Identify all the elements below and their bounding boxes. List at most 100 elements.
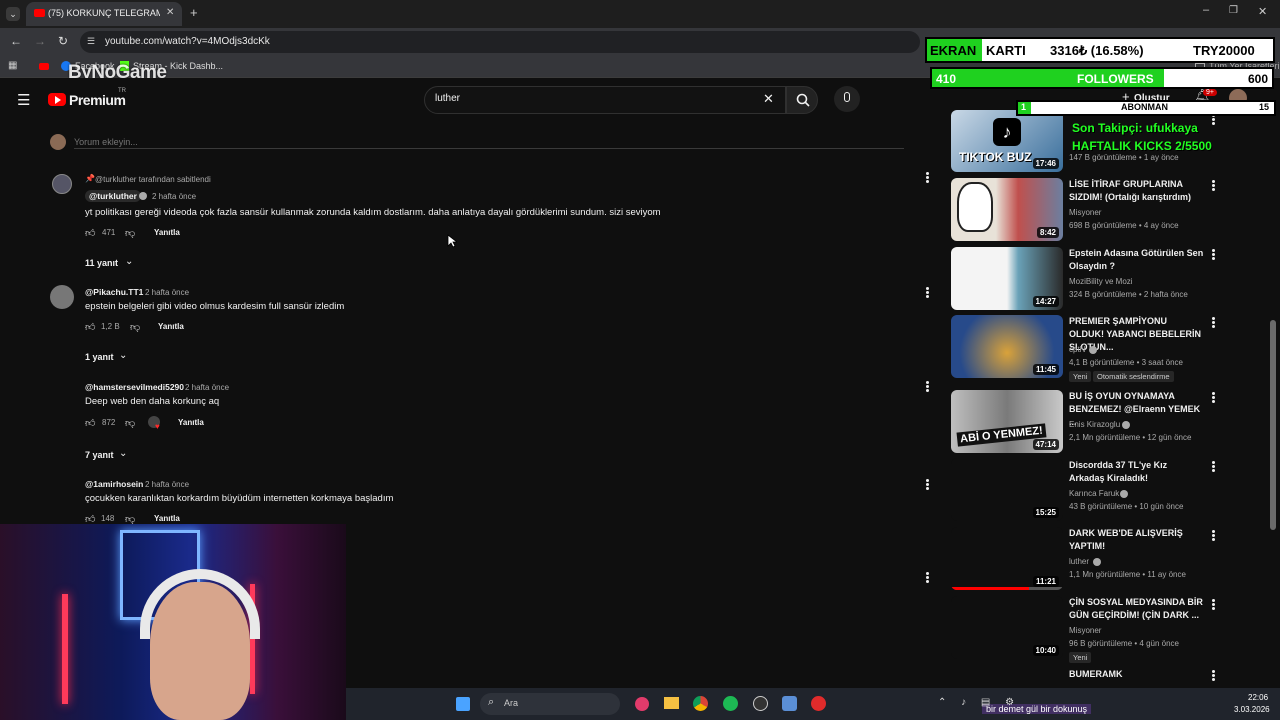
video-channel[interactable]: Misyoner [1069, 208, 1101, 217]
video-options-icon[interactable] [1212, 670, 1216, 682]
reload-icon[interactable]: ↻ [58, 34, 68, 48]
like-icon[interactable]: 👍︎ [85, 417, 95, 429]
like-icon[interactable]: 👍︎ [85, 321, 95, 333]
video-options-icon[interactable] [1212, 530, 1216, 542]
comment-options-icon[interactable] [926, 172, 930, 184]
video-options-icon[interactable] [1212, 249, 1216, 261]
video-thumbnail[interactable]: 11:21 [951, 527, 1063, 590]
media-app-icon[interactable] [635, 697, 649, 711]
close-window-icon[interactable]: ✕ [1258, 5, 1267, 18]
video-channel[interactable]: Enis Kirazoglu [1069, 420, 1120, 429]
video-channel[interactable]: cptN [1069, 345, 1085, 354]
tiktok-logo-icon: ♪ [993, 118, 1021, 146]
address-bar[interactable]: ☰ youtube.com/watch?v=4MOdjs3dcKk [80, 31, 920, 53]
obs-icon[interactable] [753, 696, 768, 711]
browser-tab-active[interactable]: (75) KORKUNÇ TELEGRAM KAN ✕ [26, 2, 182, 26]
video-thumbnail[interactable]: 14:27 [951, 247, 1063, 310]
like-icon[interactable]: 👍︎ [85, 227, 95, 239]
video-thumbnail[interactable]: 8:42 [951, 178, 1063, 241]
video-title[interactable]: Epstein Adasına Götürülen Sen Olsaydın ? [1069, 247, 1204, 273]
abonman-goal: 15 [1259, 102, 1270, 112]
like-count: 1,2 B [101, 322, 120, 331]
reply-button[interactable]: Yanıtla [158, 322, 184, 331]
tab-title: (75) KORKUNÇ TELEGRAM KAN [48, 8, 160, 18]
back-icon[interactable]: ← [10, 34, 22, 48]
followers-current: 410 [936, 72, 957, 86]
comment-text: epstein belgeleri gibi video olmus karde… [85, 301, 345, 312]
chevron-down-icon: ⌄ [125, 256, 134, 267]
tray-icons[interactable]: ⌃ ♪ ▤ ⚙ [938, 697, 1020, 708]
site-info-icon[interactable]: ☰ [87, 36, 95, 47]
replies-toggle[interactable]: 1 yanıt [85, 352, 114, 362]
video-title[interactable]: BUMERAMK [1069, 668, 1204, 681]
video-thumbnail[interactable]: 10:40 [951, 596, 1063, 659]
like-count: 872 [102, 418, 116, 427]
new-badge: Yeni [1069, 652, 1092, 663]
forward-icon[interactable]: → [34, 34, 46, 48]
video-options-icon[interactable] [1212, 180, 1216, 192]
neon-red-light [62, 594, 68, 704]
video-thumbnail[interactable]: ♪ TIKTOK BUZ 17:46 [951, 110, 1063, 172]
youtube-favicon-icon [34, 9, 45, 17]
logo-premium-text: Premium [69, 92, 126, 108]
comment-author[interactable]: @1amirhosein [85, 479, 143, 489]
comment-author[interactable]: @Pikachu.TT1 [85, 287, 143, 297]
settings-app-icon[interactable] [782, 696, 797, 711]
dislike-icon[interactable]: 👎︎ [125, 417, 135, 429]
video-channel[interactable]: MoziBility ve Mozi [1069, 277, 1133, 286]
add-comment-input[interactable] [74, 135, 904, 149]
pinned-comment: 📌 @turkluther tarafından sabitlendi @tur… [0, 170, 940, 280]
close-tab-icon[interactable]: ✕ [166, 7, 174, 18]
comment-options-icon[interactable] [926, 479, 930, 491]
video-channel[interactable]: Misyoner [1069, 626, 1101, 635]
followers-goal-widget: 410 FOLLOWERS 600 [930, 67, 1274, 89]
voice-search-button[interactable] [834, 86, 860, 112]
apps-grid-icon[interactable]: ▦ [8, 60, 17, 71]
scrollbar[interactable] [1270, 320, 1276, 530]
video-thumbnail[interactable]: 15:25 [951, 458, 1063, 521]
file-explorer-icon[interactable] [664, 697, 679, 709]
chrome-icon[interactable] [693, 696, 708, 711]
video-title[interactable]: Discordda 37 TL'ye Kız Arkadaş Kiraladık… [1069, 459, 1204, 485]
video-options-icon[interactable] [1212, 599, 1216, 611]
new-tab-icon[interactable]: + [190, 5, 198, 20]
taskbar-search[interactable]: ⌕ Ara [480, 693, 620, 715]
video-stats: 4,1 B görüntüleme • 3 saat önce [1069, 358, 1183, 367]
spotify-icon[interactable] [723, 696, 738, 711]
video-title[interactable]: LİSE İTİRAF GRUPLARINA SIZDIM! (Ortalığı… [1069, 178, 1204, 204]
comment-options-icon[interactable] [926, 287, 930, 299]
video-title[interactable]: DARK WEB'DE ALIŞVERİŞ YAPTIM! [1069, 527, 1204, 553]
video-options-icon[interactable] [1212, 392, 1216, 404]
comment-options-icon[interactable] [926, 572, 930, 584]
menu-icon[interactable]: ☰ [17, 91, 30, 109]
windows-start-icon[interactable] [456, 697, 470, 711]
reply-button[interactable]: Yanıtla [154, 514, 180, 523]
comment-options-icon[interactable] [926, 381, 930, 393]
windows-taskbar: ⌕ Ara bir demet gül bir dokunuş ⌃ ♪ ▤ ⚙ … [346, 688, 1280, 720]
youtube-bookmark-icon[interactable] [39, 63, 49, 70]
reply-button[interactable]: Yanıtla [154, 228, 180, 237]
video-thumbnail[interactable]: 11:45 [951, 315, 1063, 378]
dislike-icon[interactable]: 👎︎ [130, 321, 140, 333]
minimize-icon[interactable]: – [1203, 4, 1209, 16]
watch-progress-fill [951, 587, 1030, 590]
app-icon-red[interactable] [811, 696, 826, 711]
tab-list-icon[interactable]: ⌄ [6, 7, 20, 21]
reply-button[interactable]: Yanıtla [178, 418, 204, 427]
video-title[interactable]: ÇİN SOSYAL MEDYASINDA BİR GÜN GEÇİRDİM! … [1069, 596, 1204, 622]
video-options-icon[interactable] [1212, 461, 1216, 473]
video-thumbnail[interactable]: ABİ O YENMEZ! 47:14 [951, 390, 1063, 453]
search-input[interactable] [435, 93, 755, 104]
dislike-icon[interactable]: 👎︎ [125, 227, 135, 239]
search-button[interactable] [786, 86, 818, 114]
replies-toggle[interactable]: 7 yanıt [85, 450, 114, 460]
comment-author[interactable]: @hamstersevilmedi5290 [85, 382, 184, 392]
video-channel[interactable]: luther [1069, 557, 1089, 566]
video-options-icon[interactable] [1212, 317, 1216, 329]
video-channel[interactable]: Karınca Faruk [1069, 489, 1119, 498]
replies-toggle[interactable]: 11 yanıt [85, 258, 118, 268]
clear-search-icon[interactable]: ✕ [763, 91, 774, 107]
heart-icon: ♥ [155, 422, 160, 431]
comment-author-badge[interactable]: @turkluther [85, 190, 141, 202]
maximize-icon[interactable]: ❐ [1229, 5, 1238, 16]
